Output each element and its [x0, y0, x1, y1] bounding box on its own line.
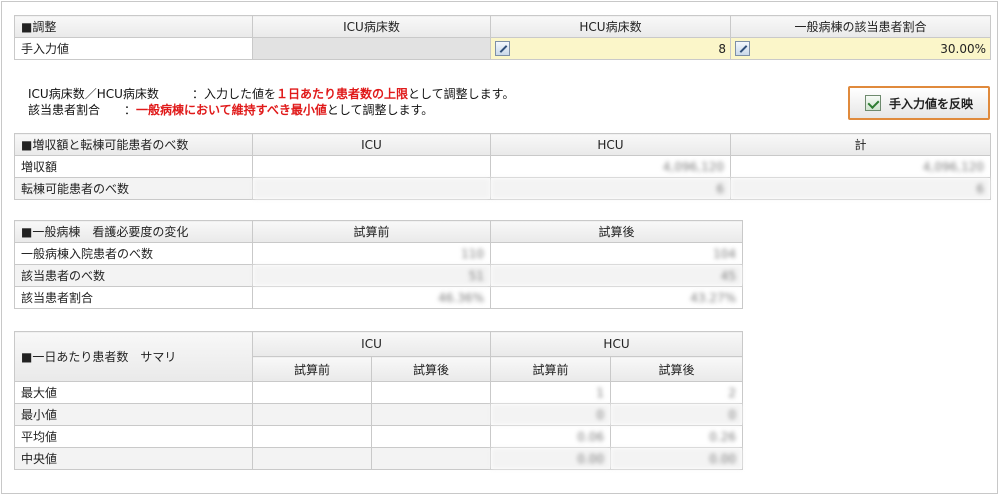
col-icu-beds: ICU病床数 [252, 15, 491, 38]
apply-manual-values-button[interactable]: 手入力値を反映 [848, 86, 990, 120]
main-frame: ■調整 ICU病床数 HCU病床数 一般病棟の該当患者割合 手入力値 8 30.… [1, 1, 998, 494]
table-row: 該当患者のべ数 51 45 [14, 264, 743, 287]
gain-table: ■増収額と転棟可能患者のべ数 ICU HCU 計 増収額 4,096,120 4… [14, 133, 991, 200]
hcu-before-value: 0 [490, 403, 612, 426]
sub-hcu-after: 試算後 [610, 356, 744, 382]
note-line-1: ICU病床数／HCU病床数 ：入力した値を１日あたり患者数の上限として調整します。 [28, 86, 514, 102]
table-row: 増収額 4,096,120 4,096,120 [14, 155, 991, 178]
ratio-field[interactable]: 30.00% [730, 37, 991, 60]
sub-hcu-before: 試算前 [490, 356, 612, 382]
before-value: 51 [252, 264, 491, 287]
after-value: 104 [490, 242, 743, 265]
row-label: 最大値 [14, 381, 253, 404]
row-label: 該当患者のべ数 [14, 264, 253, 287]
manual-input-label: 手入力値 [14, 37, 253, 60]
row-label: 最小値 [14, 403, 253, 426]
icu-after-value [370, 425, 492, 448]
apply-button-label: 手入力値を反映 [888, 96, 973, 111]
icu-before-value [252, 447, 372, 470]
col-after: 試算後 [490, 220, 743, 243]
icu-after-value [370, 447, 492, 470]
adjust-title: ■調整 [14, 15, 253, 38]
table-row: 最大値 1 2 [14, 381, 744, 404]
group-icu: ICU [251, 331, 492, 357]
col-icu: ICU [252, 133, 491, 156]
notes: ICU病床数／HCU病床数 ：入力した値を１日あたり患者数の上限として調整します。… [28, 86, 514, 118]
table-row: 中央値 0.00 0.00 [14, 447, 744, 470]
note-2-tail: として調整します。 [326, 103, 434, 117]
note-line-2: 該当患者割合 ：一般病棟において維持すべき最小値として調整します。 [28, 102, 514, 118]
row-label: 一般病棟入院患者のべ数 [14, 242, 253, 265]
hcu-before-value: 0.00 [490, 447, 612, 470]
total-value: 6 [730, 177, 991, 200]
table-row: 転棟可能患者のべ数 6 6 [14, 177, 991, 200]
total-value: 4,096,120 [730, 155, 991, 178]
table-row: 最小値 0 0 [14, 403, 744, 426]
edit-icon[interactable] [735, 41, 750, 56]
row-label: 該当患者割合 [14, 286, 253, 309]
summary-title: ■一日あたり患者数 サマリ [14, 331, 253, 382]
hcu-after-value: 0.26 [610, 425, 744, 448]
icu-after-value [370, 403, 492, 426]
note-2-key: 該当患者割合 [28, 103, 101, 117]
hcu-value: 6 [490, 177, 731, 200]
icu-beds-cell [252, 37, 491, 60]
after-value: 45 [490, 264, 743, 287]
col-hcu: HCU [490, 133, 731, 156]
row-label: 中央値 [14, 447, 253, 470]
note-2-highlight: 一般病棟において維持すべき最小値 [136, 103, 327, 117]
note-1-sep: ：入力した値を [192, 87, 277, 101]
hcu-after-value: 0 [610, 403, 744, 426]
icu-value [252, 177, 491, 200]
sub-icu-before: 試算前 [252, 356, 372, 382]
icu-before-value [252, 425, 372, 448]
group-hcu: HCU [490, 331, 744, 357]
note-1-tail: として調整します。 [408, 87, 515, 101]
after-value: 43.27% [490, 286, 743, 309]
row-label: 平均値 [14, 425, 253, 448]
icu-before-value [252, 403, 372, 426]
note-1-highlight: １日あたり患者数の上限 [276, 87, 409, 101]
icu-after-value [370, 381, 492, 404]
col-ratio: 一般病棟の該当患者割合 [730, 15, 991, 38]
hcu-before-value: 0.06 [490, 425, 612, 448]
before-value: 110 [252, 242, 491, 265]
check-icon [864, 95, 881, 111]
before-value: 46.36% [252, 286, 491, 309]
table-row: 一般病棟入院患者のべ数 110 104 [14, 242, 743, 265]
hcu-value: 4,096,120 [490, 155, 731, 178]
summary-table: ■一日あたり患者数 サマリ ICU HCU 試算前 試算後 試算前 試算後 最大… [14, 331, 744, 470]
col-before: 試算前 [252, 220, 491, 243]
hcu-beds-field[interactable]: 8 [490, 37, 731, 60]
icu-before-value [252, 381, 372, 404]
nursing-title: ■一般病棟 看護必要度の変化 [14, 220, 253, 243]
row-label: 増収額 [14, 155, 253, 178]
hcu-after-value: 2 [610, 381, 744, 404]
col-total: 計 [730, 133, 991, 156]
note-2-sep: ： [124, 103, 137, 117]
col-hcu-beds: HCU病床数 [490, 15, 731, 38]
ratio-value[interactable]: 30.00% [940, 42, 986, 56]
hcu-beds-value[interactable]: 8 [718, 42, 726, 56]
table-row: 該当患者割合 46.36% 43.27% [14, 286, 743, 309]
note-1-key: ICU病床数／HCU病床数 [28, 87, 159, 101]
icu-value [252, 155, 491, 178]
nursing-table: ■一般病棟 看護必要度の変化 試算前 試算後 一般病棟入院患者のべ数 110 1… [14, 220, 743, 309]
hcu-after-value: 0.00 [610, 447, 744, 470]
adjust-table: ■調整 ICU病床数 HCU病床数 一般病棟の該当患者割合 手入力値 8 30.… [14, 15, 991, 60]
hcu-before-value: 1 [490, 381, 612, 404]
sub-icu-after: 試算後 [370, 356, 492, 382]
table-row: 平均値 0.06 0.26 [14, 425, 744, 448]
edit-icon[interactable] [495, 41, 510, 56]
gain-title: ■増収額と転棟可能患者のべ数 [14, 133, 253, 156]
row-label: 転棟可能患者のべ数 [14, 177, 253, 200]
